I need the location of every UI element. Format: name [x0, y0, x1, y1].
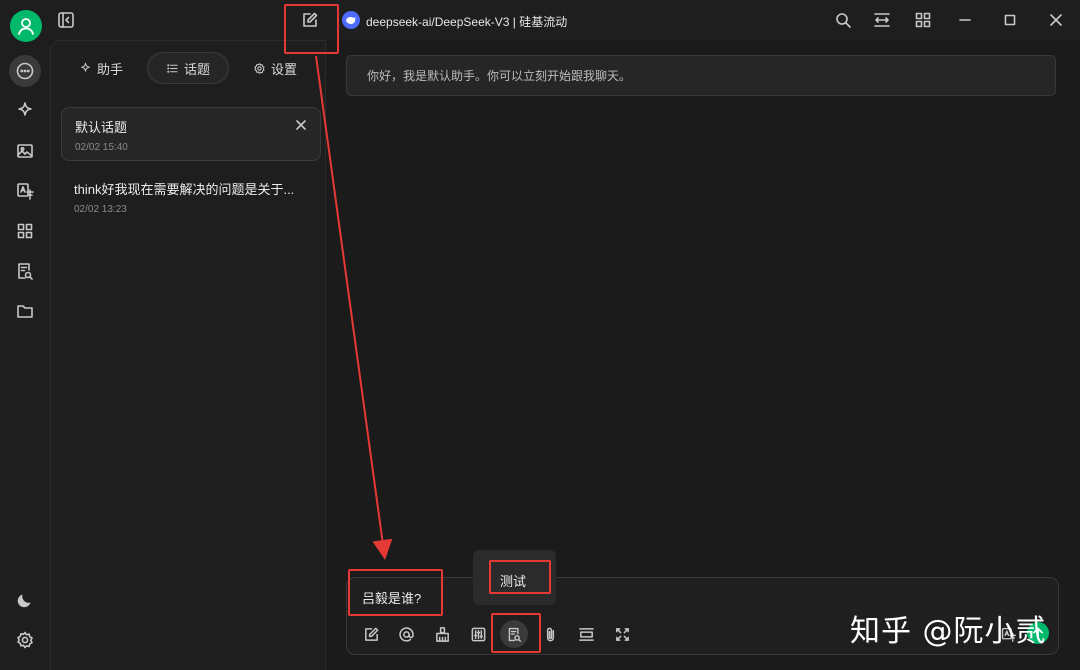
annotation-arrow [315, 55, 393, 560]
watermark: 知乎 @阮小贰 [850, 614, 1047, 649]
